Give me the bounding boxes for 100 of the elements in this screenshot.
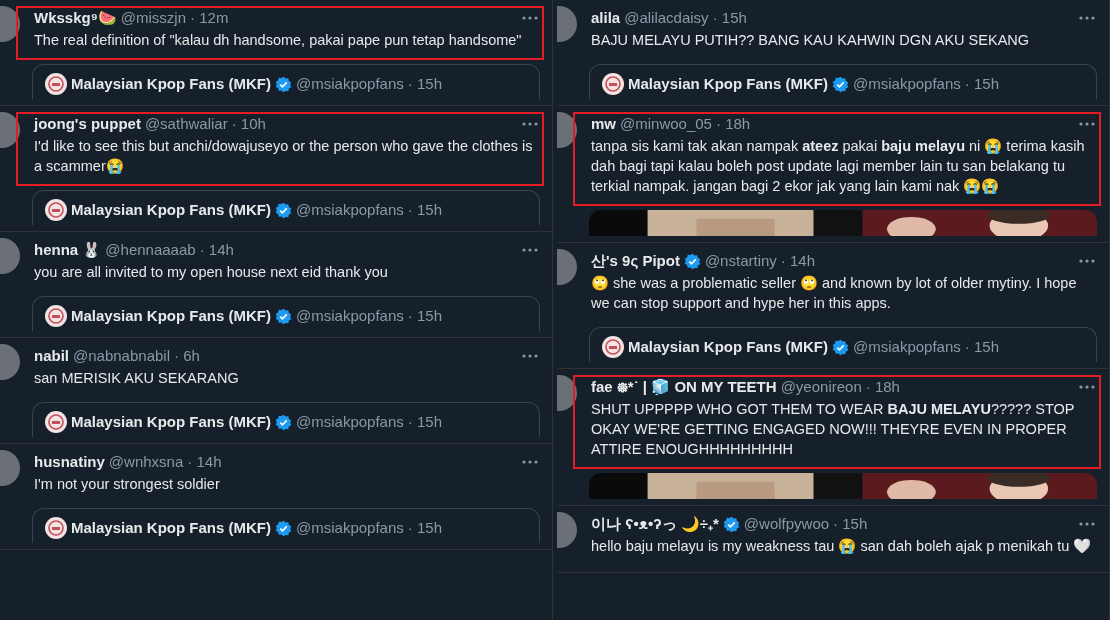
quoted-timestamp[interactable]: · 15h [964,337,999,357]
timestamp[interactable]: · 14h [187,452,222,472]
verified-badge-icon [275,413,293,431]
verified-badge-icon [832,75,850,93]
quoted-tweet-card[interactable]: Malaysian Kpop Fans (MKF) @msiakpopfans · 15h [32,64,540,99]
timestamp[interactable]: · 10h [231,114,266,134]
tweet-text: I'm not your strongest soldier [34,475,221,494]
timestamp[interactable]: · 15h [833,514,868,534]
quoted-handle[interactable]: @msiakpopfans [853,74,961,94]
user-handle[interactable]: @misszjn [120,8,187,28]
quoted-display-name[interactable]: Malaysian Kpop Fans (MKF) [71,518,272,538]
tweet-text: I'd like to see this but anchi/dowajuseyo or the person who gave the clothes is a scammer😭 [34,137,534,176]
display-name[interactable]: mw [591,114,616,134]
tweet-text: BAJU MELAYU PUTIH?? BANG KAU KAHWIN DGN AKU SEKANG [591,31,1031,50]
quoted-display-name[interactable]: Malaysian Kpop Fans (MKF) [71,412,272,432]
quoted-tweet-card[interactable]: Malaysian Kpop Fans (MKF) @msiakpopfans · 15h [32,402,540,437]
more-options-icon[interactable] [1079,122,1095,126]
more-options-icon[interactable] [1079,259,1095,263]
quoted-timestamp[interactable]: · 15h [964,74,999,94]
circular-logo-icon [45,517,67,539]
quoted-handle[interactable]: @msiakpopfans [296,518,404,538]
display-name[interactable]: joong's puppet [34,114,141,134]
display-name[interactable]: henna 🐰 [34,240,102,260]
avatar[interactable] [557,6,577,42]
quoted-tweet-card[interactable]: Malaysian Kpop Fans (MKF) @msiakpopfans · 15h [32,296,540,331]
more-options-icon[interactable] [522,460,538,464]
quoted-handle[interactable]: @msiakpopfans [296,412,404,432]
user-handle[interactable]: @alilacdaisy [624,8,709,28]
quoted-handle[interactable]: @msiakpopfans [296,74,404,94]
tweet-text: The real definition of "kalau dh handsome, pakai pape pun tetap handsome" [34,31,523,50]
quoted-display-name[interactable]: Malaysian Kpop Fans (MKF) [628,74,829,94]
quoted-handle[interactable]: @msiakpopfans [296,306,404,326]
avatar[interactable] [0,344,20,380]
tweet-text: san MERISIK AKU SEKARANG [34,369,240,388]
verified-badge-icon [683,252,701,270]
quoted-handle[interactable]: @msiakpopfans [296,200,404,220]
more-options-icon[interactable] [1079,522,1095,526]
circular-logo-icon [45,73,67,95]
display-name[interactable]: fae ᪥*˙ | 🧊 ON MY TEETH [591,377,777,397]
circular-logo-icon [602,336,624,358]
quoted-timestamp[interactable]: · 15h [407,200,442,220]
quoted-timestamp[interactable]: · 15h [407,74,442,94]
timestamp[interactable]: · 12m [190,8,229,28]
avatar[interactable] [0,238,20,274]
avatar[interactable] [557,249,577,285]
circular-logo-icon [45,411,67,433]
verified-badge-icon [275,75,293,93]
display-name[interactable]: 이나 ʕ•ᴥ•ʔっ 🌙÷₊* [591,514,719,534]
timestamp[interactable]: · 18h [715,114,751,134]
avatar[interactable] [557,512,577,548]
quoted-tweet-card[interactable]: Malaysian Kpop Fans (MKF) @msiakpopfans · 15h [589,327,1097,362]
user-handle[interactable]: @sathwaliar [144,114,228,134]
verified-badge-icon [722,515,740,533]
tweet-text: hello baju melayu is my weakness tau 😭 san dah boleh ajak p menikah tu 🤍 [591,537,1093,556]
quoted-display-name[interactable]: Malaysian Kpop Fans (MKF) [71,74,272,94]
tweet-text: 🙄 she was a problematic seller 🙄 and known by lot of older mytiny. I hope we can stop support and hype her in this apps. [591,274,1078,313]
verified-badge-icon [275,519,293,537]
timestamp[interactable]: · 6h [174,346,200,366]
display-name[interactable]: 산's 9ς Pipot [591,251,680,271]
circular-logo-icon [45,199,67,221]
user-handle[interactable]: @nstartiny [704,251,777,271]
quoted-timestamp[interactable]: · 15h [407,306,442,326]
user-handle[interactable]: @wolfpywoo [743,514,830,534]
more-options-icon[interactable] [1079,385,1095,389]
more-options-icon[interactable] [522,248,538,252]
avatar[interactable] [0,450,20,486]
more-options-icon[interactable] [522,354,538,358]
circular-logo-icon [45,305,67,327]
verified-badge-icon [275,307,293,325]
tweet-text: tanpa sis kami tak akan nampak ateez pakai baju melayu ni 😭 terima kasih dah bagi tapi kalau boleh post update lagi member lain tu san belakang tu terkial nampak. jangan bagi 2 ekor jak yang lain kami nak 😭😭 [591,137,1086,196]
timestamp[interactable]: · 15h [712,8,747,28]
verified-badge-icon [832,338,850,356]
display-name[interactable]: alila [591,8,621,28]
quoted-timestamp[interactable]: · 15h [407,412,442,432]
user-handle[interactable]: @nabnabnabil [73,346,170,366]
tweet-text: SHUT UPPPPP WHO GOT THEM TO WEAR BAJU MELAYU????? STOP OKAY WE'RE GETTING ENGAGED NOW!!! THEYRE EVEN IN PROPER ATTIRE ENOUGHHHHHHHHH [591,400,1076,459]
quoted-timestamp[interactable]: · 15h [407,518,442,538]
user-handle[interactable]: @wnhxsna [108,452,184,472]
tweet-text: you are all invited to my open house next eid thank you [34,263,389,282]
user-handle[interactable]: @yeonireon [780,377,862,397]
display-name[interactable]: nabil [34,346,69,366]
timestamp[interactable]: · 18h [865,377,900,397]
display-name[interactable]: Wksskg⁹🍉 [34,8,117,28]
quoted-tweet-card[interactable]: Malaysian Kpop Fans (MKF) @msiakpopfans · 15h [32,190,540,225]
timestamp[interactable]: · 14h [199,240,234,260]
more-options-icon[interactable] [1079,16,1095,20]
quoted-display-name[interactable]: Malaysian Kpop Fans (MKF) [71,200,272,220]
more-options-icon[interactable] [522,16,538,20]
quoted-display-name[interactable]: Malaysian Kpop Fans (MKF) [628,337,829,357]
more-options-icon[interactable] [522,122,538,126]
quoted-handle[interactable]: @msiakpopfans [853,337,961,357]
quoted-tweet-card[interactable]: Malaysian Kpop Fans (MKF) @msiakpopfans · 15h [589,64,1097,99]
circular-logo-icon [602,73,624,95]
timestamp[interactable]: · 14h [780,251,815,271]
verified-badge-icon [275,201,293,219]
display-name[interactable]: husnatiny [34,452,105,472]
user-handle[interactable]: @hennaaaab [105,240,196,260]
user-handle[interactable]: @minwoo_05 [620,114,712,134]
quoted-tweet-card[interactable]: Malaysian Kpop Fans (MKF) @msiakpopfans · 15h [32,508,540,543]
quoted-display-name[interactable]: Malaysian Kpop Fans (MKF) [71,306,272,326]
